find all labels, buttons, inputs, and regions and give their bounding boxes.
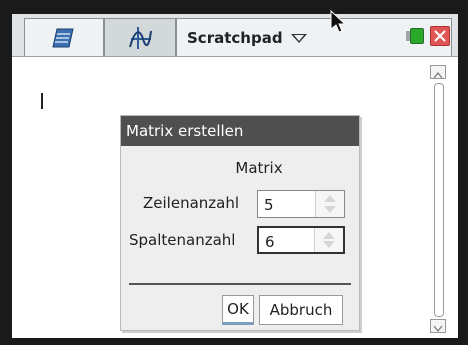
dialog-divider: [129, 283, 351, 285]
cols-stepper[interactable]: 6: [257, 226, 345, 254]
decrement-icon[interactable]: [324, 206, 336, 213]
decrement-icon[interactable]: [323, 241, 335, 248]
cols-stepper-buttons[interactable]: [314, 228, 343, 252]
rows-label: Zeilenanzahl: [143, 194, 240, 212]
dialog-subtitle: Matrix: [235, 159, 283, 177]
mouse-pointer-icon: [330, 10, 347, 33]
cancel-button[interactable]: Abbruch: [259, 295, 343, 325]
increment-icon[interactable]: [323, 232, 335, 239]
scratchpad-work-area[interactable]: Matrix erstellen Matrix Zeilenanzahl 5 S…: [12, 57, 458, 338]
chevron-down-icon[interactable]: [290, 34, 307, 43]
rows-stepper-buttons[interactable]: [315, 191, 344, 217]
tab-graphs[interactable]: [104, 18, 176, 56]
chevron-up-icon: [433, 72, 443, 79]
scroll-down-button[interactable]: [430, 319, 446, 333]
calculator-screen: Scratchpad Matrix erstellen Matrix Zeile…: [12, 14, 458, 338]
battery-icon: [406, 28, 424, 44]
create-matrix-dialog: Matrix erstellen Matrix Zeilenanzahl 5 S…: [120, 115, 360, 331]
graph-icon: [129, 27, 152, 49]
cols-value[interactable]: 6: [265, 233, 275, 251]
close-icon: [434, 30, 446, 42]
rows-value[interactable]: 5: [264, 196, 274, 214]
cols-label: Spaltenanzahl: [129, 231, 236, 249]
scroll-track[interactable]: [434, 83, 444, 317]
vertical-scrollbar[interactable]: [430, 65, 448, 333]
rows-stepper[interactable]: 5: [257, 190, 345, 218]
chevron-down-icon: [433, 325, 443, 332]
scroll-up-button[interactable]: [430, 65, 446, 79]
ok-button[interactable]: OK: [222, 295, 254, 325]
dialog-title: Matrix erstellen: [121, 116, 359, 146]
text-cursor: [41, 93, 43, 109]
tab-strip: Scratchpad: [12, 14, 458, 57]
close-button[interactable]: [430, 26, 450, 46]
document-title: Scratchpad: [187, 28, 283, 47]
calculator-icon: [52, 28, 74, 48]
increment-icon[interactable]: [324, 195, 336, 202]
tab-calculator[interactable]: [24, 18, 104, 56]
